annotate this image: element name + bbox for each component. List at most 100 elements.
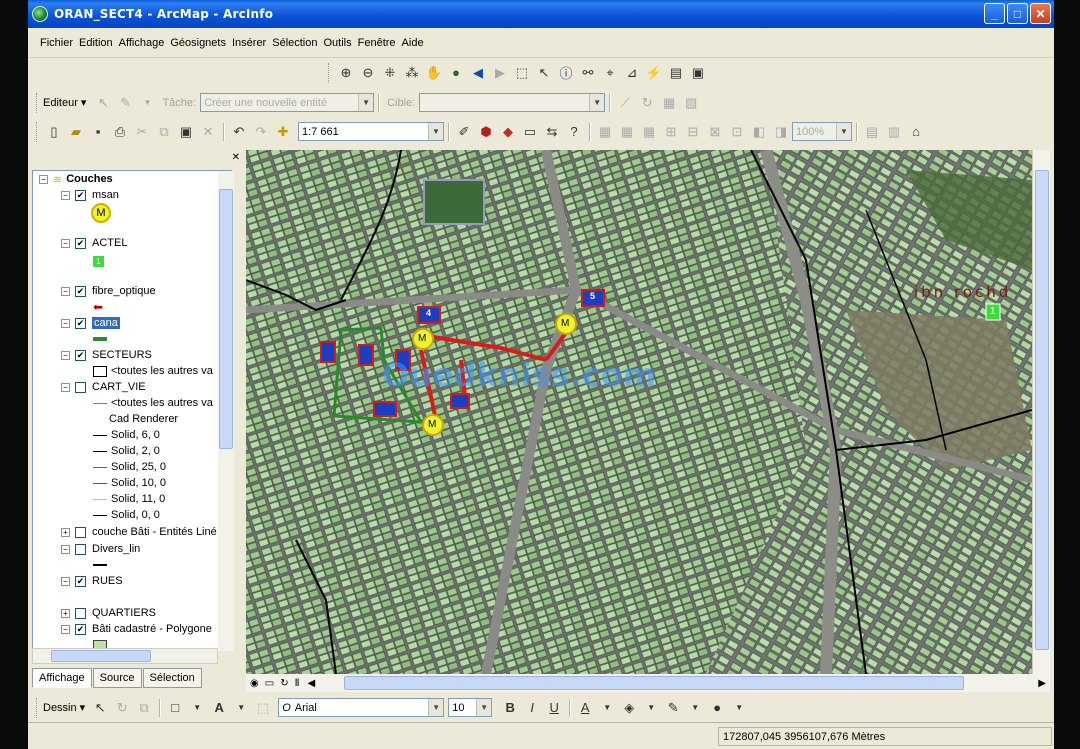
toolbar-grip[interactable] (36, 697, 39, 718)
layer-checkbox[interactable]: ✔ (75, 349, 86, 361)
layer-row[interactable]: − ✔ RUES (61, 573, 123, 589)
cut-icon[interactable]: ✂ (132, 122, 152, 142)
layer-row[interactable]: + couche Bâti - Entités Liné (61, 524, 217, 540)
collapse-icon[interactable]: − (61, 318, 70, 328)
collapse-icon[interactable]: − (61, 544, 70, 554)
chevron-down-icon[interactable]: ▼ (836, 123, 851, 140)
collapse-icon[interactable]: − (61, 190, 70, 200)
split-tool-icon[interactable]: ⟋ (615, 93, 635, 113)
back-extent-icon[interactable]: ◀ (468, 63, 488, 83)
collapse-icon[interactable]: − (39, 174, 48, 184)
redo-icon[interactable]: ↷ (251, 122, 271, 142)
fill-color-icon[interactable]: ◈ (619, 698, 639, 718)
full-extent-globe-icon[interactable]: ● (446, 63, 466, 83)
map-vertical-scrollbar[interactable] (1032, 150, 1050, 674)
identify-icon[interactable]: ⓘ (556, 63, 576, 83)
edit-vertices-icon[interactable]: ⬚ (253, 698, 273, 718)
menu-inserer[interactable]: Insérer (232, 37, 266, 49)
focus-data-frame-icon[interactable]: ▥ (884, 122, 904, 142)
layer-row[interactable]: − Divers_lin (61, 541, 140, 557)
forward-extent-icon[interactable]: ▶ (490, 63, 510, 83)
collapse-icon[interactable]: − (61, 576, 70, 586)
select-elements-icon[interactable]: ↖ (534, 63, 554, 83)
close-button[interactable]: ✕ (1030, 3, 1051, 24)
layer-checkbox[interactable] (75, 381, 86, 393)
layer-checkbox[interactable]: ✔ (75, 575, 86, 587)
rotate-icon[interactable]: ↻ (112, 698, 132, 718)
layout-fixed-zoom-out-icon[interactable]: ⊡ (727, 122, 747, 142)
layer-checkbox[interactable]: ✔ (75, 285, 86, 297)
layer-checkbox[interactable]: ✔ (75, 317, 86, 329)
chevron-down-icon[interactable]: ▼ (685, 698, 705, 718)
undo-icon[interactable]: ↶ (229, 122, 249, 142)
marker-color-icon[interactable]: ● (707, 698, 727, 718)
scroll-right-arrow[interactable]: ▶ (1038, 678, 1046, 689)
chevron-down-icon[interactable]: ▼ (729, 698, 749, 718)
layer-row[interactable]: − ✔ SECTEURS (61, 347, 152, 363)
find-binoculars-icon[interactable]: ⚯ (578, 63, 598, 83)
collapse-icon[interactable]: − (61, 624, 70, 634)
menu-geosignets[interactable]: Géosignets (170, 37, 226, 49)
open-folder-icon[interactable]: ▰ (66, 122, 86, 142)
layout-zoom-in-icon[interactable]: ⊞ (661, 122, 681, 142)
tab-affichage[interactable]: Affichage (32, 668, 92, 688)
layer-group-couches[interactable]: − ≋ Couches (39, 171, 113, 187)
maximize-button[interactable]: □ (1007, 3, 1028, 24)
target-select[interactable]: ▼ (419, 93, 606, 112)
map-canvas[interactable] (246, 150, 1032, 674)
new-text-icon[interactable]: A (209, 698, 229, 718)
layout-zoom-select[interactable]: 100% ▼ (792, 122, 852, 141)
fixed-zoom-out-icon[interactable]: ⁂ (402, 63, 422, 83)
arctoolbox-icon[interactable]: ⬢ (476, 122, 496, 142)
chevron-down-icon[interactable]: ▼ (187, 698, 207, 718)
toolbar-grip[interactable] (36, 121, 39, 142)
toc-horizontal-scrollbar[interactable] (32, 648, 218, 664)
scroll-thumb[interactable] (51, 650, 151, 662)
task-select[interactable]: Créer une nouvelle entité ▼ (200, 93, 375, 112)
menu-aide[interactable]: Aide (402, 37, 424, 49)
delete-icon[interactable]: ✕ (198, 122, 218, 142)
hyperlink-icon[interactable]: ⚡ (644, 63, 664, 83)
toc-vertical-scrollbar[interactable] (218, 171, 234, 651)
data-view-icon[interactable]: ◉ (250, 678, 259, 689)
italic-button[interactable]: I (522, 698, 542, 718)
copy-icon[interactable]: ⧉ (154, 122, 174, 142)
html-popup-icon[interactable]: ▤ (666, 63, 686, 83)
map-scale-select[interactable]: 1:7 661 ▼ (298, 122, 444, 141)
menu-fichier[interactable]: Fichier (40, 37, 73, 49)
select-features-icon[interactable]: ⬚ (512, 63, 532, 83)
bold-button[interactable]: B (500, 698, 520, 718)
chevron-down-icon[interactable]: ▼ (589, 94, 605, 111)
collapse-icon[interactable]: − (61, 238, 70, 248)
attributes-icon[interactable]: ▦ (659, 93, 679, 113)
tab-selection[interactable]: Sélection (142, 668, 202, 688)
fixed-zoom-in-icon[interactable]: ⁜ (380, 63, 400, 83)
toggle-draft-icon[interactable]: ▤ (862, 122, 882, 142)
pan-hand-icon[interactable]: ✋ (424, 63, 444, 83)
pause-icon[interactable]: Ⅱ (295, 678, 300, 689)
save-disk-icon[interactable]: ▪ (88, 122, 108, 142)
editor-menu[interactable]: Editeur ▾ (43, 96, 86, 109)
collapse-icon[interactable]: − (61, 382, 70, 392)
scroll-thumb[interactable] (344, 676, 964, 690)
expand-icon[interactable]: + (61, 608, 70, 618)
map-view[interactable]: 4 5 M M M 1 ibn rochd Ouedkniss.com (246, 150, 1032, 674)
time-slider-icon[interactable]: ▣ (688, 63, 708, 83)
line-color-icon[interactable]: ✎ (663, 698, 683, 718)
command-line-icon[interactable]: ▭ (520, 122, 540, 142)
georef-tool-3-icon[interactable]: ▦ (639, 122, 659, 142)
layout-zoom-out-icon[interactable]: ⊟ (683, 122, 703, 142)
layer-row[interactable]: + QUARTIERS (61, 605, 156, 621)
chevron-down-icon[interactable]: ▼ (476, 699, 492, 716)
layer-checkbox[interactable] (75, 607, 86, 619)
layer-row[interactable]: − ✔ msan (61, 187, 119, 203)
layer-row[interactable]: − ✔ fibre_optique (61, 283, 156, 299)
rectangle-icon[interactable]: □ (165, 698, 185, 718)
menu-edition[interactable]: Edition (79, 37, 113, 49)
refresh-icon[interactable]: ↻ (280, 678, 288, 689)
toolbar-grip[interactable] (36, 92, 39, 113)
collapse-icon[interactable]: − (61, 350, 70, 360)
layer-checkbox[interactable]: ✔ (75, 623, 86, 635)
underline-button[interactable]: U (544, 698, 564, 718)
layer-row-selected[interactable]: − ✔ cana (61, 315, 120, 331)
